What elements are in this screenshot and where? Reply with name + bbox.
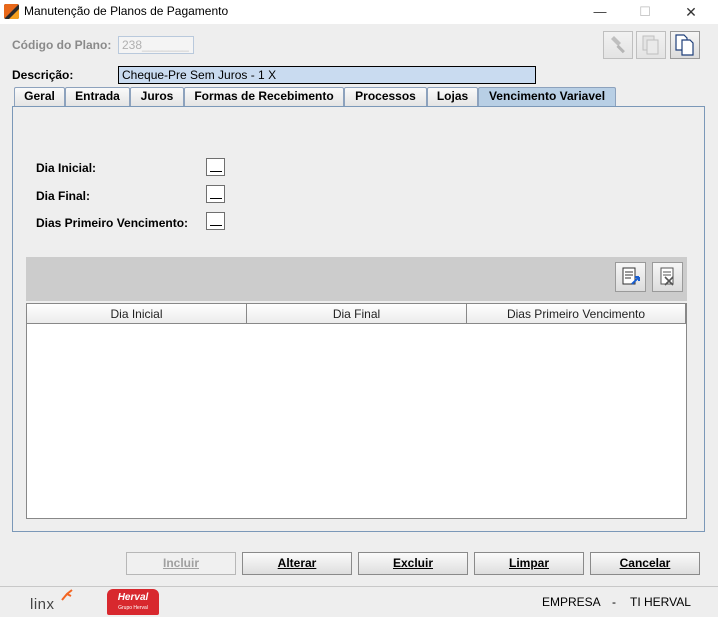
title-bar: Manutenção de Planos de Pagamento — ☐ ✕: [0, 0, 718, 24]
limpar-button[interactable]: Limpar: [474, 552, 584, 575]
status-bar: linx Herval Grupo Herval EMPRESA - TI HE…: [0, 586, 718, 617]
new-document-icon: [675, 34, 694, 56]
incluir-button[interactable]: Incluir: [126, 552, 236, 575]
status-setor: TI HERVAL: [630, 595, 691, 609]
column-header-dia-final[interactable]: Dia Final: [247, 304, 467, 324]
app-icon: [4, 4, 19, 19]
add-row-icon: [622, 267, 640, 285]
search-button[interactable]: [603, 31, 633, 59]
excluir-button[interactable]: Excluir: [358, 552, 468, 575]
tab-vencimento-variavel[interactable]: Vencimento Variavel: [478, 87, 616, 107]
tab-geral[interactable]: Geral: [14, 87, 65, 106]
dia-inicial-input[interactable]: [206, 158, 225, 176]
linx-logo-text: linx: [30, 596, 55, 613]
descricao-label: Descrição:: [12, 68, 74, 82]
tab-entrada[interactable]: Entrada: [65, 87, 130, 106]
tab-lojas[interactable]: Lojas: [427, 87, 478, 106]
close-button[interactable]: ✕: [676, 2, 706, 22]
cancelar-button[interactable]: Cancelar: [590, 552, 700, 575]
minimize-button[interactable]: —: [585, 2, 615, 22]
codigo-value: 238: [122, 38, 143, 52]
herval-logo-subtext: Grupo Herval: [118, 605, 148, 611]
grid-toolbar: [26, 257, 687, 301]
dia-final-input[interactable]: [206, 185, 225, 203]
descricao-field[interactable]: Cheque-Pre Sem Juros - 1 X: [118, 66, 536, 84]
column-header-dias-primeiro-vencimento[interactable]: Dias Primeiro Vencimento: [467, 304, 686, 324]
dias-primeiro-vencimento-input[interactable]: [206, 212, 225, 230]
window-title: Manutenção de Planos de Pagamento: [24, 4, 229, 18]
remove-row-icon: [660, 267, 674, 286]
data-table: Dia Inicial Dia Final Dias Primeiro Venc…: [26, 303, 687, 519]
codigo-label: Código do Plano:: [12, 38, 112, 52]
dia-inicial-label: Dia Inicial:: [36, 161, 97, 175]
copy-pages-icon: [642, 35, 659, 55]
linx-spark-icon: [61, 589, 73, 601]
tab-juros[interactable]: Juros: [130, 87, 184, 106]
maximize-button[interactable]: ☐: [630, 2, 660, 22]
dias-primeiro-vencimento-label: Dias Primeiro Vencimento:: [36, 216, 189, 230]
alterar-button[interactable]: Alterar: [242, 552, 352, 575]
herval-logo: Herval Grupo Herval: [107, 589, 159, 615]
column-header-dia-inicial[interactable]: Dia Inicial: [27, 304, 247, 324]
linx-logo: linx: [30, 589, 73, 613]
remove-row-button[interactable]: [652, 262, 683, 292]
herval-logo-text: Herval: [117, 592, 149, 603]
status-empresa: EMPRESA: [542, 595, 601, 609]
copy-button[interactable]: [636, 31, 666, 59]
codigo-field[interactable]: 238_______: [118, 36, 194, 54]
new-button[interactable]: [670, 31, 700, 59]
tab-formas-de-recebimento[interactable]: Formas de Recebimento: [184, 87, 344, 106]
tab-processos[interactable]: Processos: [344, 87, 427, 106]
flashlight-icon: [611, 36, 625, 54]
add-row-button[interactable]: [615, 262, 646, 292]
dia-final-label: Dia Final:: [36, 189, 91, 203]
status-separator: -: [612, 595, 616, 609]
